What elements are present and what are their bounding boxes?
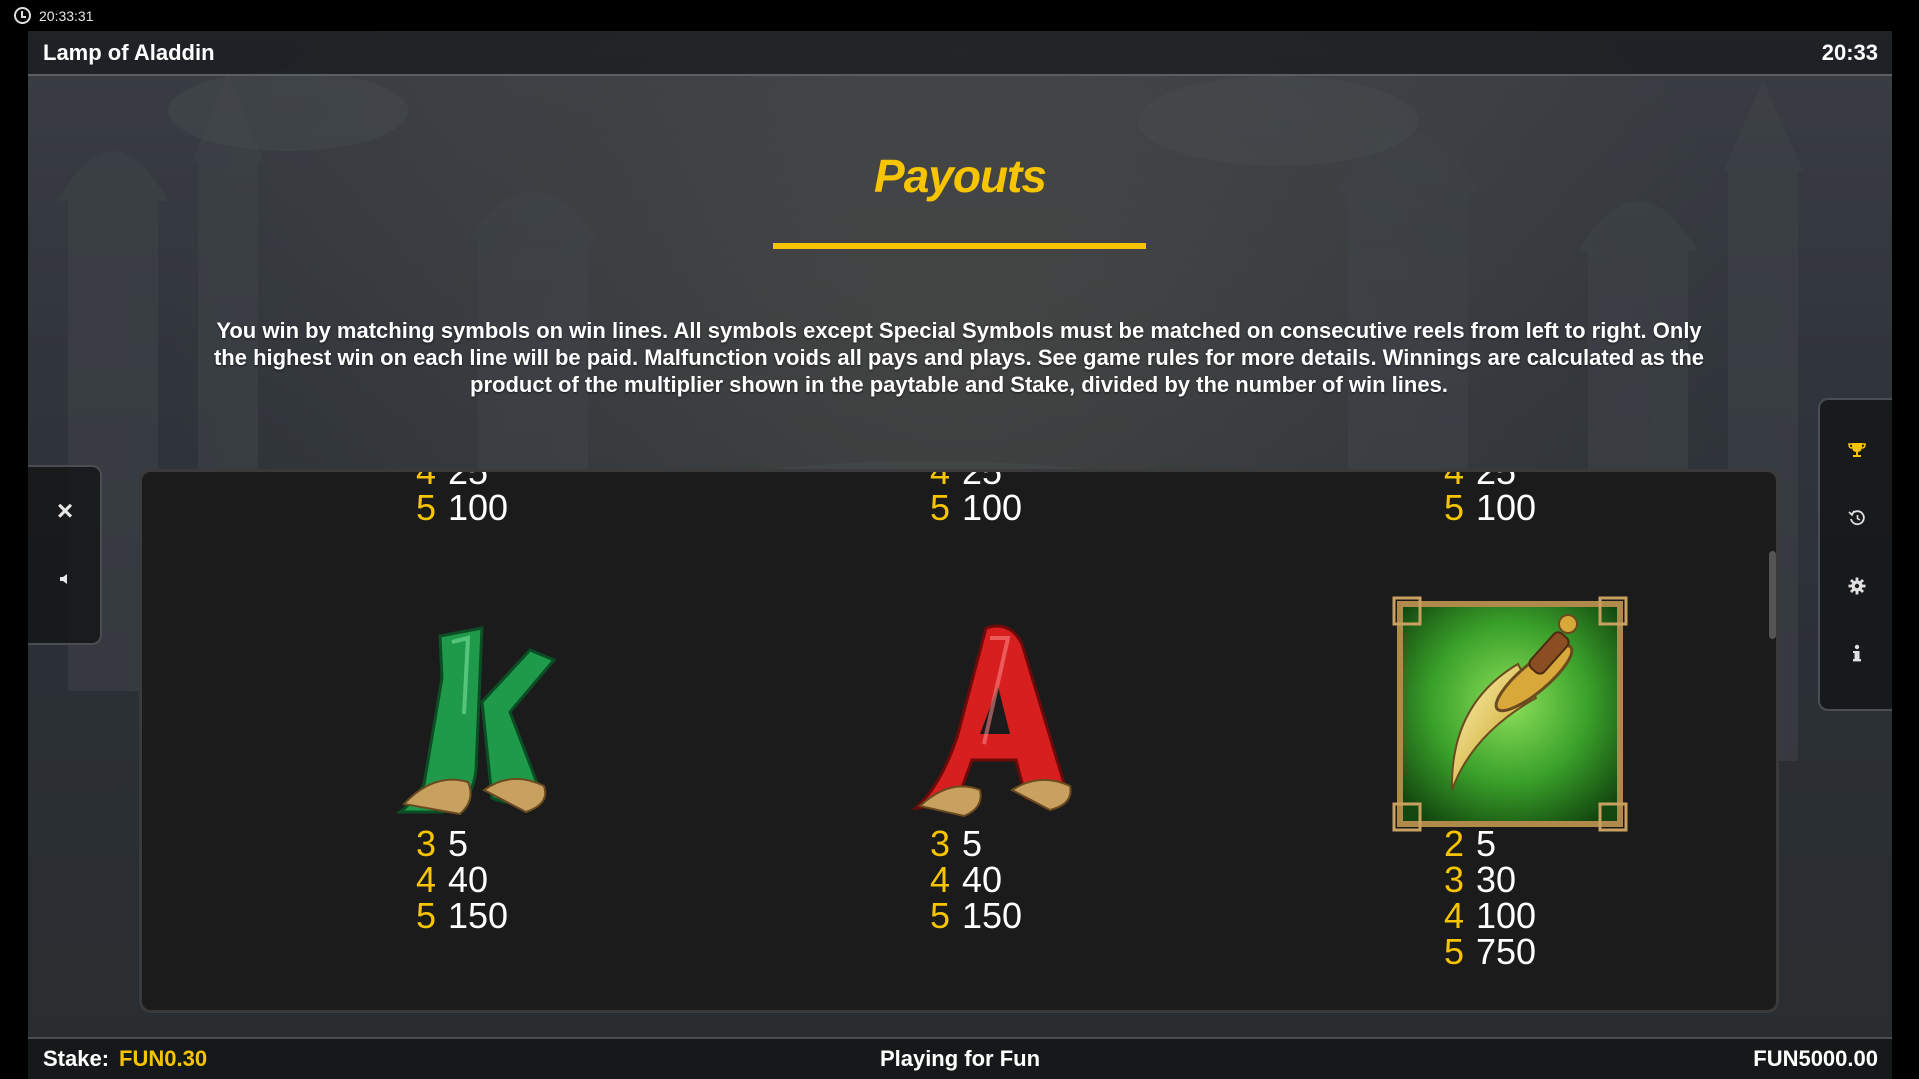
match-count: 5 (416, 487, 437, 528)
pay-row: 5 100 (930, 490, 1330, 526)
pay-row: 35 (416, 826, 816, 862)
match-count: 3 (1444, 859, 1465, 900)
history-icon (1848, 510, 1865, 526)
paytable-partial-1: 4 25 5 100 (416, 472, 816, 526)
match-count: 5 (416, 895, 437, 936)
paytable-a: 35 4 40 5 150 (930, 826, 1330, 934)
payout-value: 150 (962, 895, 1023, 936)
game-header: Lamp of Aladdin 20:33 (28, 31, 1892, 76)
history-button[interactable] (1820, 490, 1892, 546)
pay-row: 4 100 (1444, 895, 1776, 936)
paytable-scrollbar[interactable] (1769, 551, 1776, 639)
match-count: 4 (416, 859, 437, 900)
paytable-partial-2: 4 25 5 100 (930, 472, 1330, 526)
payout-value: 750 (1476, 931, 1537, 972)
pay-row: 4 40 (416, 862, 816, 898)
page-title: Payouts (874, 150, 1047, 202)
pay-row: 3 30 (1444, 859, 1776, 900)
info-button[interactable] (1820, 626, 1892, 682)
game-title: Lamp of Aladdin (43, 39, 215, 65)
pay-row: 5 100 (1444, 487, 1776, 528)
clock-icon (14, 7, 31, 24)
payout-description: You win by matching symbols on win lines… (213, 318, 1705, 397)
paytable-panel: 4 25 5 100 4 25 5 100 4 25 5 100 3 5 4 4… (139, 469, 1779, 1013)
sound-button[interactable] (28, 549, 102, 609)
stake-label: Stake: (43, 1046, 110, 1071)
payout-value: 100 (1476, 895, 1537, 936)
payout-value: 5 (448, 823, 469, 864)
payout-value: 5 (962, 823, 983, 864)
match-count: 2 (1444, 823, 1465, 864)
game-frame: Lamp of Aladdin 20:33 Payouts You win by… (28, 31, 1892, 1079)
system-time: 20:33:31 (39, 7, 94, 24)
payout-value: 150 (448, 895, 509, 936)
pay-row: 5 150 (416, 898, 816, 934)
match-count: 4 (930, 859, 951, 900)
match-count: 5 (930, 895, 951, 936)
speaker-icon (60, 574, 67, 584)
gear-icon (1848, 577, 1866, 595)
paytable-dagger: 25 3 30 4 100 5 750 (1444, 823, 1776, 972)
match-count: 3 (930, 823, 951, 864)
payout-value: 40 (962, 859, 1003, 900)
stake-value[interactable]: FUN0.30 (119, 1046, 207, 1072)
trophy-button[interactable] (1820, 422, 1892, 478)
payout-value: 100 (1476, 487, 1537, 528)
match-count: 3 (416, 823, 437, 864)
play-mode: Playing for Fun (879, 1046, 1041, 1071)
pay-row: 4 40 (930, 862, 1330, 898)
pay-row: 25 (1444, 823, 1776, 864)
pay-row: 5 750 (1444, 931, 1776, 972)
system-status-bar: 20:33:31 (0, 0, 1919, 31)
payout-value: 40 (448, 859, 489, 900)
paytable-k: 35 4 40 5 150 (416, 826, 816, 934)
match-count: 5 (930, 487, 951, 528)
payout-value: 100 (962, 487, 1023, 528)
payout-value: 30 (1476, 859, 1517, 900)
game-clock: 20:33 (1821, 39, 1878, 65)
settings-button[interactable] (1820, 558, 1892, 614)
left-control-panel: × (28, 465, 102, 645)
match-count: 5 (1444, 487, 1465, 528)
dagger-symbol (1392, 596, 1628, 832)
paytable-partial-3: 4 25 5 100 (1444, 472, 1776, 528)
trophy-icon (1848, 443, 1866, 457)
letter-k-symbol (395, 626, 557, 816)
payout-value: 5 (1476, 823, 1497, 864)
balance-value: FUN5000.00 (1753, 1046, 1878, 1071)
pay-row: 5 100 (416, 490, 816, 526)
title-underline (773, 243, 1146, 249)
letter-a-symbol (911, 624, 1072, 818)
payout-value: 100 (448, 487, 509, 528)
info-icon (1853, 644, 1861, 662)
game-footer: Stake: FUN0.30 Playing for Fun FUN5000.0… (28, 1037, 1892, 1079)
right-menu-panel (1818, 398, 1892, 711)
pay-row: 5 150 (930, 898, 1330, 934)
pay-row: 35 (930, 826, 1330, 862)
match-count: 4 (1444, 895, 1465, 936)
match-count: 5 (1444, 931, 1465, 972)
close-icon: × (56, 495, 74, 526)
close-button[interactable]: × (28, 481, 102, 541)
